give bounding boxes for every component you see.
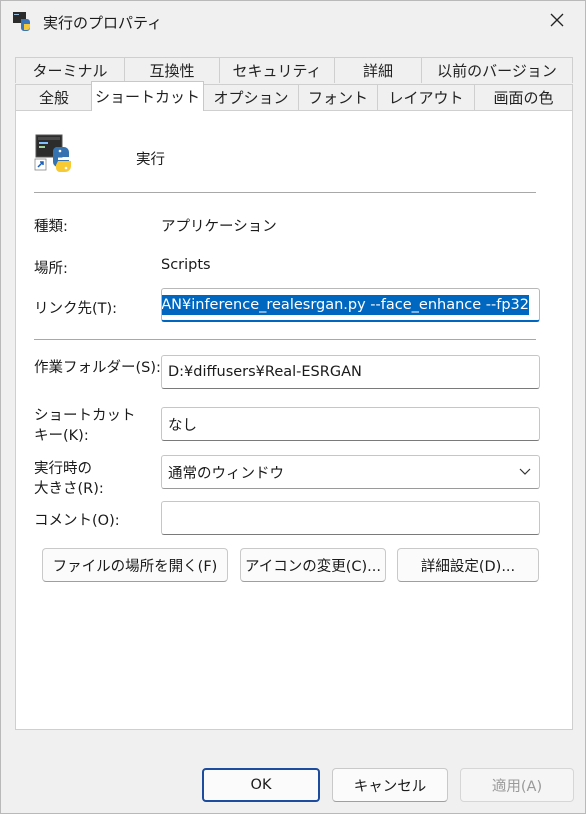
comment-label: コメント(O): [34, 513, 120, 529]
close-button[interactable] [535, 5, 579, 39]
tab-details[interactable]: 詳細 [334, 57, 422, 83]
target-value: GAN¥inference_realesrgan.py --face_enhan… [162, 294, 530, 315]
tab-label: 全般 [38, 89, 69, 107]
tab-label: 以前のバージョン [437, 62, 557, 80]
separator [34, 339, 536, 340]
hotkey-label-line1: ショートカット [34, 408, 136, 424]
button-label: 適用(A) [491, 778, 543, 795]
location-label: 場所: [34, 261, 68, 277]
shortcut-tab-panel: 実行 種類: アプリケーション 場所: Scripts リンク先(T): GAN… [15, 110, 573, 730]
location-value: Scripts [161, 257, 211, 273]
tab-colors[interactable]: 画面の色 [474, 84, 573, 110]
title-bar: 実行のプロパティ [1, 1, 585, 43]
open-file-location-button[interactable]: ファイルの場所を開く(F) [42, 548, 228, 582]
tab-label: 互換性 [149, 62, 195, 80]
shortcut-name: 実行 [136, 152, 165, 168]
type-value: アプリケーション [161, 219, 277, 235]
button-label: ファイルの場所を開く(F) [52, 558, 218, 575]
tab-previous-versions[interactable]: 以前のバージョン [421, 57, 573, 83]
advanced-button[interactable]: 詳細設定(D)... [397, 548, 539, 582]
tab-security[interactable]: セキュリティ [219, 57, 335, 83]
window-title: 実行のプロパティ [43, 14, 163, 32]
tab-general[interactable]: 全般 [15, 84, 93, 110]
tab-label: オプション [213, 89, 289, 107]
run-label-line2: 大きさ(R): [34, 481, 104, 497]
hotkey-label-line2: キー(K): [34, 428, 89, 444]
python-shortcut-icon [13, 11, 33, 31]
button-label: キャンセル [353, 778, 427, 795]
chevron-down-icon [519, 465, 531, 481]
tab-layout[interactable]: レイアウト [377, 84, 475, 110]
target-label: リンク先(T): [34, 301, 118, 317]
tab-label: レイアウト [388, 89, 464, 107]
tab-label: セキュリティ [232, 62, 322, 80]
tab-compatibility[interactable]: 互換性 [124, 57, 220, 83]
tab-terminal[interactable]: ターミナル [15, 57, 125, 83]
button-label: 詳細設定(D)... [420, 558, 516, 575]
run-label-line1: 実行時の [34, 461, 92, 477]
tab-font[interactable]: フォント [298, 84, 378, 110]
tab-options[interactable]: オプション [203, 84, 299, 110]
tab-label: ショートカット [94, 88, 200, 106]
start-in-field[interactable]: D:¥diffusers¥Real-ESRGAN [161, 355, 540, 389]
properties-dialog: 実行のプロパティ ターミナル 互換性 セキュリティ 詳細 以前のバージョン 全般… [0, 0, 586, 814]
target-field[interactable]: GAN¥inference_realesrgan.py --face_enhan… [161, 288, 540, 322]
run-select[interactable]: 通常のウィンドウ [161, 455, 540, 489]
tab-shortcut[interactable]: ショートカット [91, 81, 204, 111]
tab-label: ターミナル [32, 62, 108, 80]
separator [34, 192, 536, 193]
button-label: アイコンの変更(C)... [244, 558, 382, 575]
button-label: OK [250, 777, 272, 793]
comment-field[interactable] [161, 501, 540, 535]
type-label: 種類: [34, 219, 68, 235]
start-in-label: 作業フォルダー(S): [34, 360, 161, 376]
hotkey-value: なし [168, 417, 197, 434]
close-icon [550, 13, 564, 31]
ok-button[interactable]: OK [202, 768, 320, 802]
start-in-value: D:¥diffusers¥Real-ESRGAN [168, 364, 362, 380]
cancel-button[interactable]: キャンセル [332, 768, 448, 802]
run-value: 通常のウィンドウ [168, 465, 284, 482]
apply-button[interactable]: 適用(A) [460, 768, 574, 802]
change-icon-button[interactable]: アイコンの変更(C)... [240, 548, 386, 582]
tab-label: 画面の色 [493, 89, 554, 107]
hotkey-field[interactable]: なし [161, 407, 540, 441]
tab-label: 詳細 [362, 62, 393, 80]
tab-label: フォント [307, 89, 368, 107]
python-icon [34, 133, 76, 175]
